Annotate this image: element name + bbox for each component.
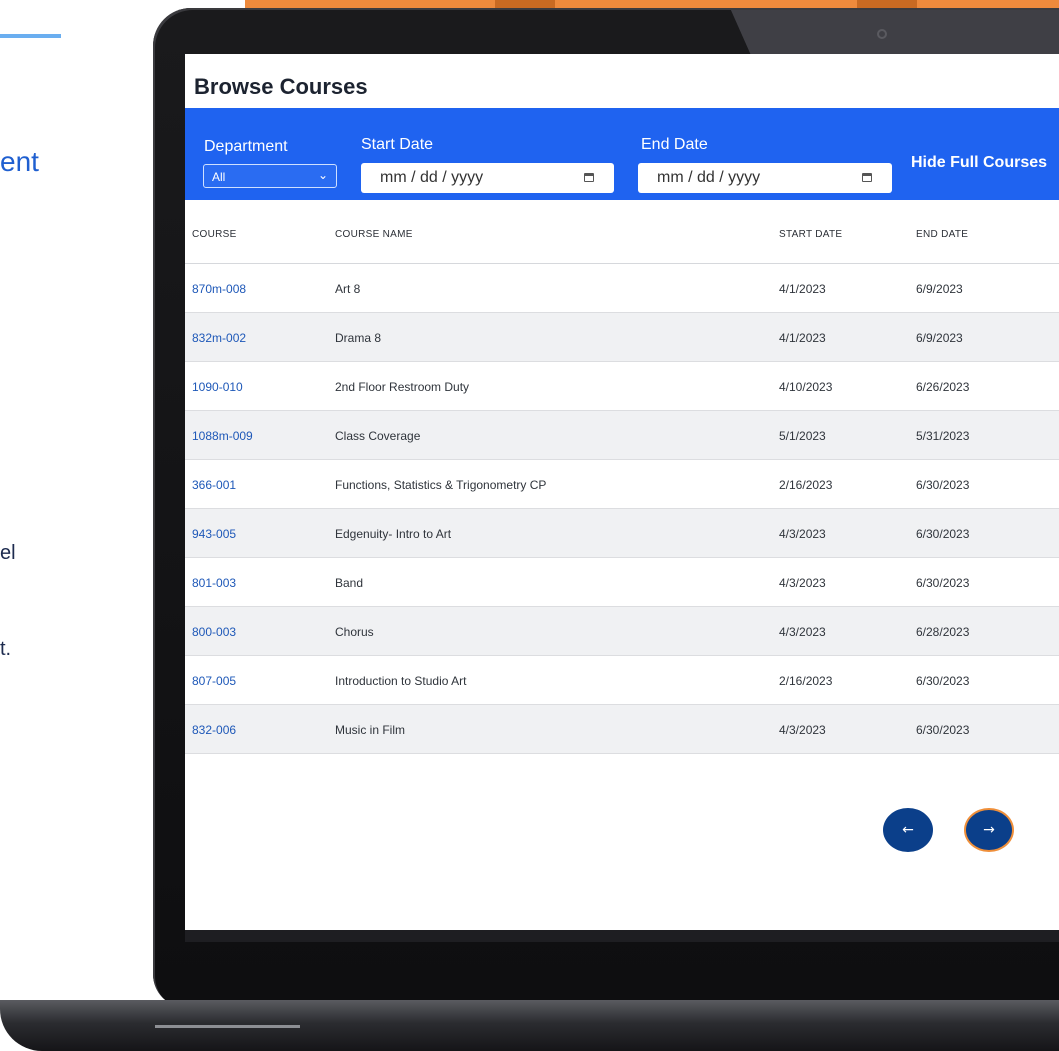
table-row: 801-003 Band 4/3/2023 6/30/2023 [185,558,1059,607]
page-title: Browse Courses [194,74,368,99]
course-name: Music in Film [335,723,406,737]
side-heading-fragment: ent [0,146,39,177]
course-end-date: 6/26/2023 [916,380,970,394]
course-code-link[interactable]: 1090-010 [192,380,243,394]
course-code-link[interactable]: 801-003 [192,576,236,590]
course-name: Introduction to Studio Art [335,674,467,688]
course-name: Band [335,576,364,590]
course-start-date: 4/1/2023 [779,331,826,345]
start-date-label: Start Date [361,136,434,153]
side-text-fragment-2: t. [0,638,12,660]
laptop-screen: Browse Courses Department All ⌄ Start Da… [185,54,1059,932]
end-date-label: End Date [641,136,708,153]
table-header: COURSE COURSE NAME START DATE END DATE [185,200,1059,264]
next-page-button[interactable]: → [964,808,1014,852]
course-end-date: 6/30/2023 [916,478,970,492]
course-code-link[interactable]: 800-003 [192,625,236,639]
column-header-course-name: COURSE NAME [335,229,413,240]
course-start-date: 5/1/2023 [779,429,826,443]
column-header-end-date: END DATE [916,229,969,240]
column-header-course: COURSE [192,229,237,240]
course-end-date: 5/31/2023 [916,429,970,443]
course-code-link[interactable]: 832-006 [192,723,236,737]
start-date-input[interactable]: mm / dd / yyyy [361,163,614,193]
department-select[interactable]: All ⌄ [203,164,337,188]
course-start-date: 4/3/2023 [779,625,826,639]
department-label: Department [204,138,288,155]
course-end-date: 6/9/2023 [916,282,963,296]
course-name: Drama 8 [335,331,382,345]
arrow-left-icon: ← [902,822,914,838]
table-row: 943-005 Edgenuity- Intro to Art 4/3/2023… [185,509,1059,558]
laptop-base-highlight [155,1025,300,1028]
course-end-date: 6/30/2023 [916,723,970,737]
table-row: 832-006 Music in Film 4/3/2023 6/30/2023 [185,705,1059,754]
table-row: 807-005 Introduction to Studio Art 2/16/… [185,656,1059,705]
table-row: 366-001 Functions, Statistics & Trigonom… [185,460,1059,509]
webcam-icon [877,29,887,39]
course-start-date: 4/3/2023 [779,723,826,737]
course-name: Edgenuity- Intro to Art [335,527,452,541]
previous-page-button[interactable]: ← [883,808,933,852]
course-start-date: 4/3/2023 [779,576,826,590]
chevron-down-icon: ⌄ [317,168,328,182]
arrow-right-icon: → [983,822,995,838]
course-name: 2nd Floor Restroom Duty [335,380,470,394]
course-end-date: 6/30/2023 [916,674,970,688]
course-name: Art 8 [335,282,361,296]
course-code-link[interactable]: 943-005 [192,527,236,541]
table-row: 1088m-009 Class Coverage 5/1/2023 5/31/2… [185,411,1059,460]
course-start-date: 4/10/2023 [779,380,833,394]
course-start-date: 4/1/2023 [779,282,826,296]
screen-bottom-bezel [185,930,1059,942]
course-start-date: 2/16/2023 [779,674,833,688]
course-table-body: 870m-008 Art 8 4/1/2023 6/9/2023 832m-00… [185,264,1059,754]
end-date-input[interactable]: mm / dd / yyyy [638,163,892,193]
hide-full-courses-toggle[interactable]: Hide Full Courses [911,154,1047,172]
course-end-date: 6/30/2023 [916,576,970,590]
filter-bar: Department All ⌄ Start Date mm / dd / yy… [185,108,1059,200]
course-code-link[interactable]: 366-001 [192,478,236,492]
course-end-date: 6/30/2023 [916,527,970,541]
course-end-date: 6/9/2023 [916,331,963,345]
course-name: Functions, Statistics & Trigonometry CP [335,478,547,492]
department-select-value: All [212,170,226,184]
course-end-date: 6/28/2023 [916,625,970,639]
column-header-start-date: START DATE [779,229,843,240]
table-row: 832m-002 Drama 8 4/1/2023 6/9/2023 [185,313,1059,362]
course-name: Chorus [335,625,374,639]
end-date-placeholder: mm / dd / yyyy [657,169,761,186]
calendar-icon[interactable] [862,173,872,182]
course-code-link[interactable]: 832m-002 [192,331,246,345]
calendar-icon[interactable] [584,173,594,182]
course-start-date: 4/3/2023 [779,527,826,541]
table-row: 800-003 Chorus 4/3/2023 6/28/2023 [185,607,1059,656]
course-name: Class Coverage [335,429,421,443]
course-code-link[interactable]: 807-005 [192,674,236,688]
course-code-link[interactable]: 870m-008 [192,282,246,296]
table-row: 870m-008 Art 8 4/1/2023 6/9/2023 [185,264,1059,313]
side-text-fragment-1: el [0,542,16,564]
course-start-date: 2/16/2023 [779,478,833,492]
bezel-reflection [730,8,1059,54]
table-row: 1090-010 2nd Floor Restroom Duty 4/10/20… [185,362,1059,411]
course-code-link[interactable]: 1088m-009 [192,429,253,443]
start-date-placeholder: mm / dd / yyyy [380,169,484,186]
accent-line [0,34,61,38]
